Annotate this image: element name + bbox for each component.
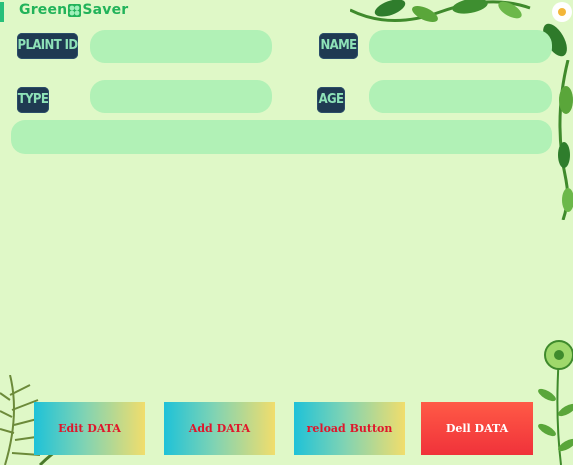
age-label: AGE bbox=[317, 87, 345, 113]
brand-name-part1: Green bbox=[19, 2, 68, 18]
flower-decoration-icon bbox=[538, 340, 573, 465]
age-input[interactable] bbox=[369, 80, 552, 113]
name-label: NAME bbox=[319, 33, 358, 59]
brand-logo: Green Saver bbox=[19, 2, 128, 18]
delete-data-button[interactable]: Dell DATA bbox=[421, 402, 533, 455]
brand-accent-bar bbox=[0, 2, 4, 22]
data-table-area[interactable] bbox=[11, 120, 552, 154]
edit-data-button[interactable]: Edit DATA bbox=[34, 402, 145, 455]
plant-id-label: PLAINT ID bbox=[17, 33, 78, 59]
name-input[interactable] bbox=[369, 30, 552, 63]
plant-id-input[interactable] bbox=[90, 30, 272, 63]
type-input[interactable] bbox=[90, 80, 272, 113]
clover-icon bbox=[68, 3, 82, 17]
type-label: TYPE bbox=[17, 87, 49, 113]
brand-name-part2: Saver bbox=[82, 2, 129, 18]
reload-button[interactable]: reload Button bbox=[294, 402, 405, 455]
add-data-button[interactable]: Add DATA bbox=[164, 402, 275, 455]
